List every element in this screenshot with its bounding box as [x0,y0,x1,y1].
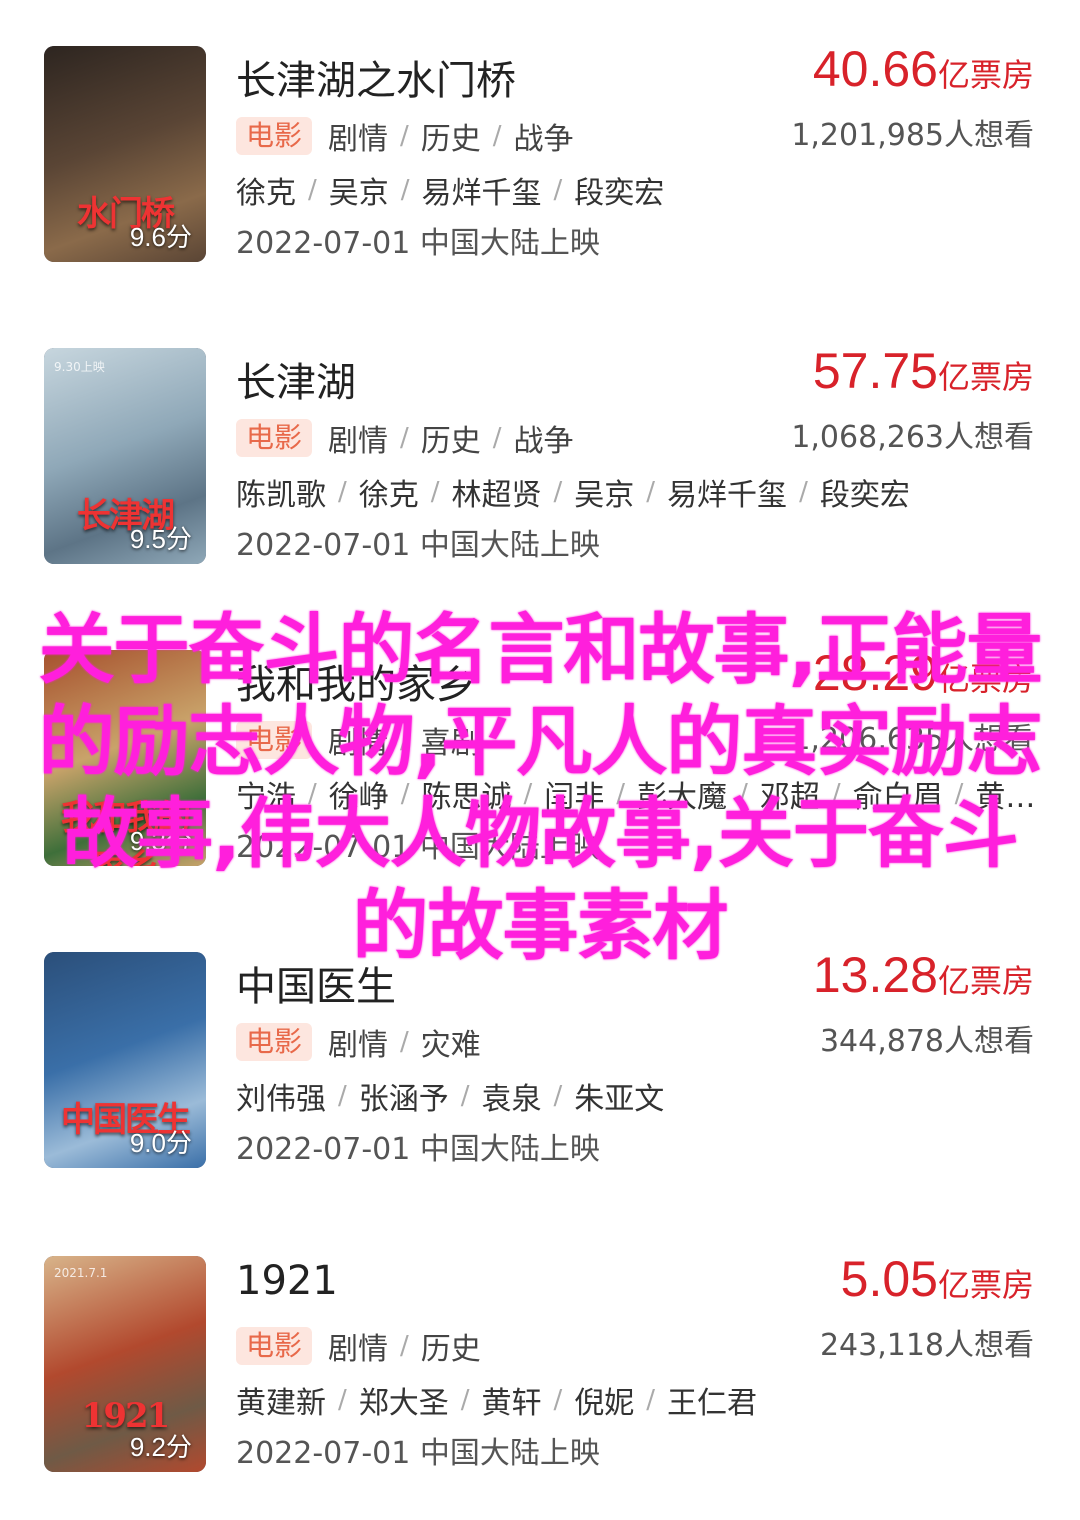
separator: / [400,1027,409,1057]
overlay-headline: 关于奋斗的名言和故事,正能量的励志人物,平凡人的真实励志故事,伟大人物故事,关于… [38,605,1043,970]
box-office-unit: 亿票房 [937,358,1034,396]
poster-header-text: 9.30上映 [54,360,105,374]
genre-tag: 剧情 [328,1028,389,1063]
genre-tag: 历史 [420,1332,481,1367]
poster-header-text: 2021.7.1 [54,1266,108,1280]
box-office-value: 5.05 [840,1251,938,1307]
genre-tag: 剧情 [328,122,389,157]
separator: / [553,175,563,205]
movie-card[interactable]: 2021.7.1 1921 9.2分 1921 5.05亿票房 电影 剧情 / 历史… [0,1250,1080,1520]
cast-member: 袁泉 [481,1082,542,1116]
separator: / [460,1081,470,1111]
separator: / [400,121,409,151]
cast-member: 郑大圣 [358,1386,449,1420]
genre-tag: 历史 [420,424,481,459]
release-info: 2022-07-01 中国大陆上映 [236,528,600,563]
separator: / [646,1385,656,1415]
want-count: 243,118人想看 [819,1328,1034,1363]
cast-member: 吴京 [328,176,389,210]
separator: / [799,477,808,507]
separator: / [338,1081,347,1111]
box-office-value: 40.66 [812,41,938,97]
cast-member: 黄建新 [236,1386,326,1420]
separator: / [400,1331,409,1361]
separator: / [553,477,563,507]
release-info: 2022-07-01 中国大陆上映 [236,226,600,261]
box-office: 5.05亿票房 [841,1250,1034,1308]
movie-title[interactable]: 长津湖之水门桥 [236,48,516,106]
separator: / [492,423,502,453]
cast-member: 朱亚文 [574,1082,665,1116]
cast-member: 倪妮 [574,1386,635,1420]
movie-card[interactable]: 中国医生 9.0分 中国医生 13.28亿票房 电影 剧情 / 灾难 344,878… [0,946,1080,1248]
want-count: 1,068,263人想看 [791,420,1034,455]
genre-row: 电影 剧情 / 历史 [236,1326,481,1367]
separator: / [400,175,410,205]
want-count: 344,878人想看 [819,1024,1034,1059]
cast-row: 徐克 / 吴京 / 易烊千玺 / 段奕宏 [236,170,664,210]
cast-member: 刘伟强 [236,1082,326,1116]
rating-score: 9.5分 [129,524,192,554]
box-office-value: 57.75 [812,343,938,399]
movie-poster[interactable]: 中国医生 9.0分 [44,952,206,1168]
genre-tag: 战争 [513,424,574,459]
release-info: 2022-07-01 中国大陆上映 [236,1132,600,1167]
want-count: 1,201,985人想看 [791,118,1034,153]
separator: / [338,477,347,507]
cast-member: 张涵予 [358,1082,449,1116]
cast-member: 段奕宏 [574,176,665,210]
separator: / [400,423,409,453]
genre-tag: 剧情 [328,1332,389,1367]
movie-title[interactable]: 长津湖 [236,350,356,408]
box-office: 40.66亿票房 [813,40,1034,98]
cast-member: 陈凯歌 [236,478,326,512]
type-badge: 电影 [236,1023,313,1061]
rating-score: 9.6分 [129,222,192,252]
separator: / [553,1081,563,1111]
cast-member: 黄轩 [481,1386,542,1420]
movie-card[interactable]: 9.30上映 长津湖 9.5分 长津湖 57.75亿票房 电影 剧情 / 历史 / 战争… [0,342,1080,644]
genre-tag: 历史 [420,122,481,157]
genre-row: 电影 剧情 / 历史 / 战争 [236,116,574,157]
type-badge: 电影 [236,419,313,457]
cast-member: 王仁君 [667,1386,758,1420]
cast-member: 林超贤 [451,478,542,512]
separator: / [338,1385,347,1415]
cast-member: 徐克 [236,176,296,210]
separator: / [646,477,656,507]
cast-row: 黄建新 / 郑大圣 / 黄轩 / 倪妮 / 王仁君 [236,1380,757,1420]
movie-poster[interactable]: 9.30上映 长津湖 9.5分 [44,348,206,564]
box-office: 57.75亿票房 [813,342,1034,400]
separator: / [430,477,440,507]
genre-row: 电影 剧情 / 历史 / 战争 [236,418,574,459]
genre-tag: 战争 [513,122,574,157]
genre-tag: 剧情 [328,424,389,459]
cast-member: 徐克 [358,478,419,512]
box-office-unit: 亿票房 [937,56,1034,94]
separator: / [492,121,502,151]
genre-row: 电影 剧情 / 灾难 [236,1022,481,1063]
box-office-unit: 亿票房 [937,1266,1034,1304]
type-badge: 电影 [236,1327,313,1365]
separator: / [308,175,317,205]
movie-title[interactable]: 1921 [236,1258,338,1304]
cast-row: 陈凯歌 / 徐克 / 林超贤 / 吴京 / 易烊千玺 / 段奕宏 [236,472,910,512]
genre-tag: 灾难 [420,1028,481,1063]
cast-member: 吴京 [574,478,635,512]
cast-member: 易烊千玺 [421,176,542,210]
rating-score: 9.0分 [129,1128,192,1158]
separator: / [460,1385,470,1415]
separator: / [553,1385,563,1415]
cast-row: 刘伟强 / 张涵予 / 袁泉 / 朱亚文 [236,1076,664,1116]
movie-card[interactable]: 水门桥 9.6分 长津湖之水门桥 40.66亿票房 电影 剧情 / 历史 / 战争 1,… [0,40,1080,342]
cast-member: 易烊千玺 [667,478,788,512]
rating-score: 9.2分 [129,1432,192,1462]
type-badge: 电影 [236,117,313,155]
movie-poster[interactable]: 水门桥 9.6分 [44,46,206,262]
cast-member: 段奕宏 [819,478,910,512]
release-info: 2022-07-01 中国大陆上映 [236,1436,600,1471]
movie-poster[interactable]: 2021.7.1 1921 9.2分 [44,1256,206,1472]
